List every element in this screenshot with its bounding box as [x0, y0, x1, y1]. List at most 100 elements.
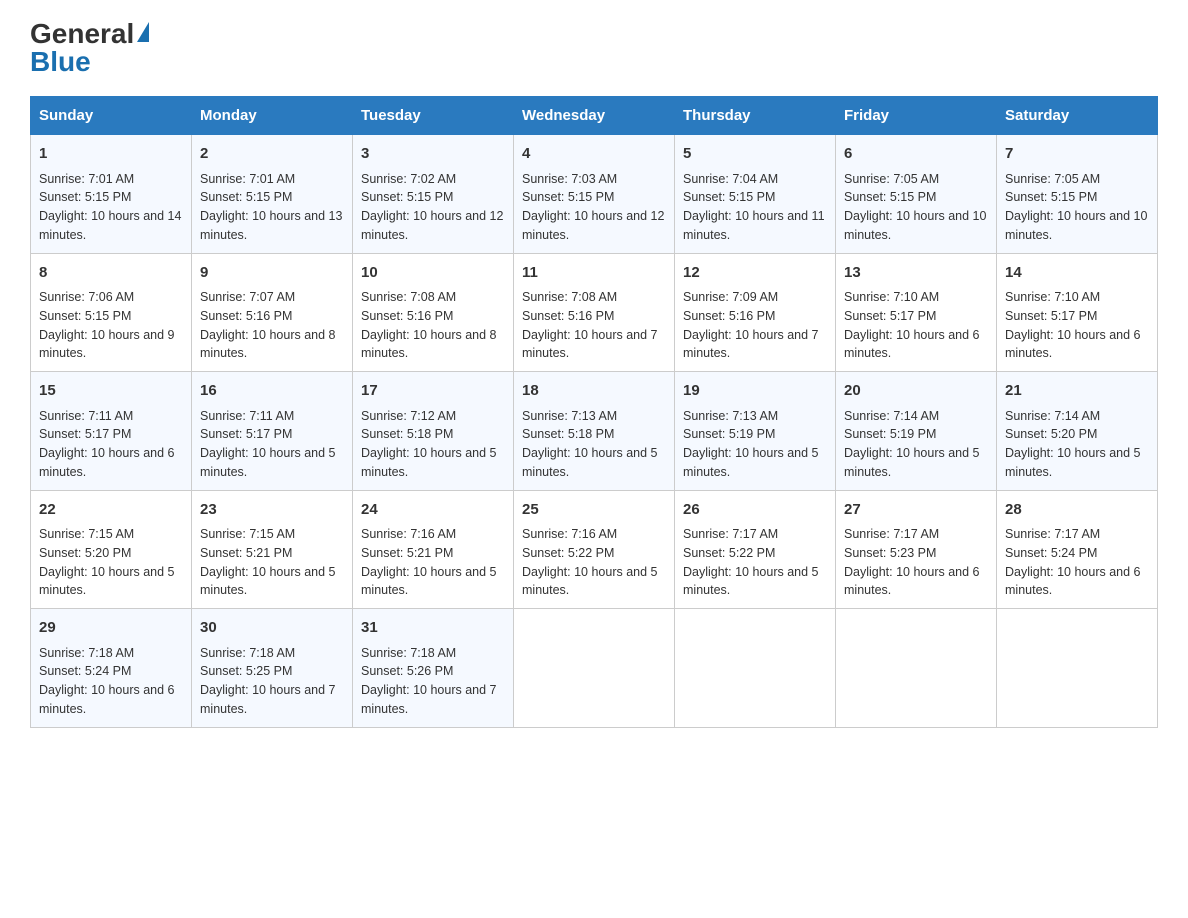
logo-text: General: [30, 20, 149, 48]
sunrise-label: Sunrise: 7:03 AM: [522, 172, 617, 186]
calendar-cell: 14 Sunrise: 7:10 AM Sunset: 5:17 PM Dayl…: [997, 253, 1158, 372]
sunrise-label: Sunrise: 7:14 AM: [1005, 409, 1100, 423]
day-number: 19: [683, 380, 827, 403]
calendar-cell: 6 Sunrise: 7:05 AM Sunset: 5:15 PM Dayli…: [836, 135, 997, 254]
day-number: 4: [522, 143, 666, 166]
calendar-cell: 15 Sunrise: 7:11 AM Sunset: 5:17 PM Dayl…: [31, 372, 192, 491]
day-number: 17: [361, 380, 505, 403]
calendar-cell: 18 Sunrise: 7:13 AM Sunset: 5:18 PM Dayl…: [514, 372, 675, 491]
week-row-5: 29 Sunrise: 7:18 AM Sunset: 5:24 PM Dayl…: [31, 609, 1158, 728]
calendar-cell: 23 Sunrise: 7:15 AM Sunset: 5:21 PM Dayl…: [192, 490, 353, 609]
sunrise-label: Sunrise: 7:10 AM: [1005, 290, 1100, 304]
sunset-label: Sunset: 5:21 PM: [200, 546, 292, 560]
sunset-label: Sunset: 5:22 PM: [522, 546, 614, 560]
day-number: 23: [200, 499, 344, 522]
header-sunday: Sunday: [31, 97, 192, 135]
daylight-label: Daylight: 10 hours and 5 minutes.: [1005, 446, 1141, 479]
header-tuesday: Tuesday: [353, 97, 514, 135]
day-number: 29: [39, 617, 183, 640]
header-thursday: Thursday: [675, 97, 836, 135]
daylight-label: Daylight: 10 hours and 6 minutes.: [39, 446, 175, 479]
sunrise-label: Sunrise: 7:04 AM: [683, 172, 778, 186]
daylight-label: Daylight: 10 hours and 5 minutes.: [361, 565, 497, 598]
daylight-label: Daylight: 10 hours and 5 minutes.: [683, 446, 819, 479]
daylight-label: Daylight: 10 hours and 10 minutes.: [844, 209, 986, 242]
calendar-cell: 2 Sunrise: 7:01 AM Sunset: 5:15 PM Dayli…: [192, 135, 353, 254]
sunrise-label: Sunrise: 7:18 AM: [39, 646, 134, 660]
sunset-label: Sunset: 5:20 PM: [1005, 427, 1097, 441]
sunset-label: Sunset: 5:15 PM: [200, 190, 292, 204]
sunrise-label: Sunrise: 7:02 AM: [361, 172, 456, 186]
day-number: 26: [683, 499, 827, 522]
sunset-label: Sunset: 5:15 PM: [361, 190, 453, 204]
calendar-cell: 30 Sunrise: 7:18 AM Sunset: 5:25 PM Dayl…: [192, 609, 353, 728]
day-number: 27: [844, 499, 988, 522]
calendar-cell: 16 Sunrise: 7:11 AM Sunset: 5:17 PM Dayl…: [192, 372, 353, 491]
sunset-label: Sunset: 5:17 PM: [39, 427, 131, 441]
sunset-label: Sunset: 5:15 PM: [522, 190, 614, 204]
sunrise-label: Sunrise: 7:18 AM: [361, 646, 456, 660]
daylight-label: Daylight: 10 hours and 14 minutes.: [39, 209, 181, 242]
sunrise-label: Sunrise: 7:09 AM: [683, 290, 778, 304]
daylight-label: Daylight: 10 hours and 8 minutes.: [361, 328, 497, 361]
calendar-cell: 17 Sunrise: 7:12 AM Sunset: 5:18 PM Dayl…: [353, 372, 514, 491]
daylight-label: Daylight: 10 hours and 12 minutes.: [361, 209, 503, 242]
day-number: 3: [361, 143, 505, 166]
calendar-cell: 25 Sunrise: 7:16 AM Sunset: 5:22 PM Dayl…: [514, 490, 675, 609]
header-saturday: Saturday: [997, 97, 1158, 135]
calendar-cell: [997, 609, 1158, 728]
day-number: 14: [1005, 262, 1149, 285]
day-number: 15: [39, 380, 183, 403]
sunrise-label: Sunrise: 7:05 AM: [1005, 172, 1100, 186]
calendar-cell: 28 Sunrise: 7:17 AM Sunset: 5:24 PM Dayl…: [997, 490, 1158, 609]
sunset-label: Sunset: 5:16 PM: [683, 309, 775, 323]
day-number: 7: [1005, 143, 1149, 166]
sunset-label: Sunset: 5:17 PM: [844, 309, 936, 323]
day-number: 12: [683, 262, 827, 285]
calendar-cell: [836, 609, 997, 728]
sunset-label: Sunset: 5:19 PM: [683, 427, 775, 441]
day-number: 16: [200, 380, 344, 403]
calendar-cell: 31 Sunrise: 7:18 AM Sunset: 5:26 PM Dayl…: [353, 609, 514, 728]
daylight-label: Daylight: 10 hours and 7 minutes.: [200, 683, 336, 716]
daylight-label: Daylight: 10 hours and 6 minutes.: [39, 683, 175, 716]
sunset-label: Sunset: 5:26 PM: [361, 664, 453, 678]
calendar-cell: 11 Sunrise: 7:08 AM Sunset: 5:16 PM Dayl…: [514, 253, 675, 372]
calendar-header-row: SundayMondayTuesdayWednesdayThursdayFrid…: [31, 97, 1158, 135]
calendar-cell: 26 Sunrise: 7:17 AM Sunset: 5:22 PM Dayl…: [675, 490, 836, 609]
day-number: 24: [361, 499, 505, 522]
day-number: 11: [522, 262, 666, 285]
sunrise-label: Sunrise: 7:17 AM: [1005, 527, 1100, 541]
daylight-label: Daylight: 10 hours and 13 minutes.: [200, 209, 342, 242]
sunrise-label: Sunrise: 7:05 AM: [844, 172, 939, 186]
daylight-label: Daylight: 10 hours and 6 minutes.: [1005, 328, 1141, 361]
daylight-label: Daylight: 10 hours and 5 minutes.: [361, 446, 497, 479]
calendar-cell: 22 Sunrise: 7:15 AM Sunset: 5:20 PM Dayl…: [31, 490, 192, 609]
day-number: 21: [1005, 380, 1149, 403]
calendar-table: SundayMondayTuesdayWednesdayThursdayFrid…: [30, 96, 1158, 728]
sunset-label: Sunset: 5:21 PM: [361, 546, 453, 560]
header-wednesday: Wednesday: [514, 97, 675, 135]
calendar-cell: [514, 609, 675, 728]
sunset-label: Sunset: 5:24 PM: [39, 664, 131, 678]
logo-triangle-icon: [137, 22, 149, 42]
daylight-label: Daylight: 10 hours and 6 minutes.: [1005, 565, 1141, 598]
day-number: 28: [1005, 499, 1149, 522]
sunrise-label: Sunrise: 7:07 AM: [200, 290, 295, 304]
calendar-cell: 4 Sunrise: 7:03 AM Sunset: 5:15 PM Dayli…: [514, 135, 675, 254]
sunrise-label: Sunrise: 7:13 AM: [522, 409, 617, 423]
calendar-cell: 9 Sunrise: 7:07 AM Sunset: 5:16 PM Dayli…: [192, 253, 353, 372]
sunset-label: Sunset: 5:17 PM: [1005, 309, 1097, 323]
daylight-label: Daylight: 10 hours and 5 minutes.: [200, 565, 336, 598]
day-number: 22: [39, 499, 183, 522]
logo: General Blue: [30, 20, 149, 76]
day-number: 30: [200, 617, 344, 640]
sunrise-label: Sunrise: 7:11 AM: [200, 409, 294, 423]
daylight-label: Daylight: 10 hours and 5 minutes.: [39, 565, 175, 598]
day-number: 6: [844, 143, 988, 166]
daylight-label: Daylight: 10 hours and 9 minutes.: [39, 328, 175, 361]
sunrise-label: Sunrise: 7:15 AM: [200, 527, 295, 541]
daylight-label: Daylight: 10 hours and 11 minutes.: [683, 209, 825, 242]
sunset-label: Sunset: 5:17 PM: [200, 427, 292, 441]
calendar-cell: 21 Sunrise: 7:14 AM Sunset: 5:20 PM Dayl…: [997, 372, 1158, 491]
